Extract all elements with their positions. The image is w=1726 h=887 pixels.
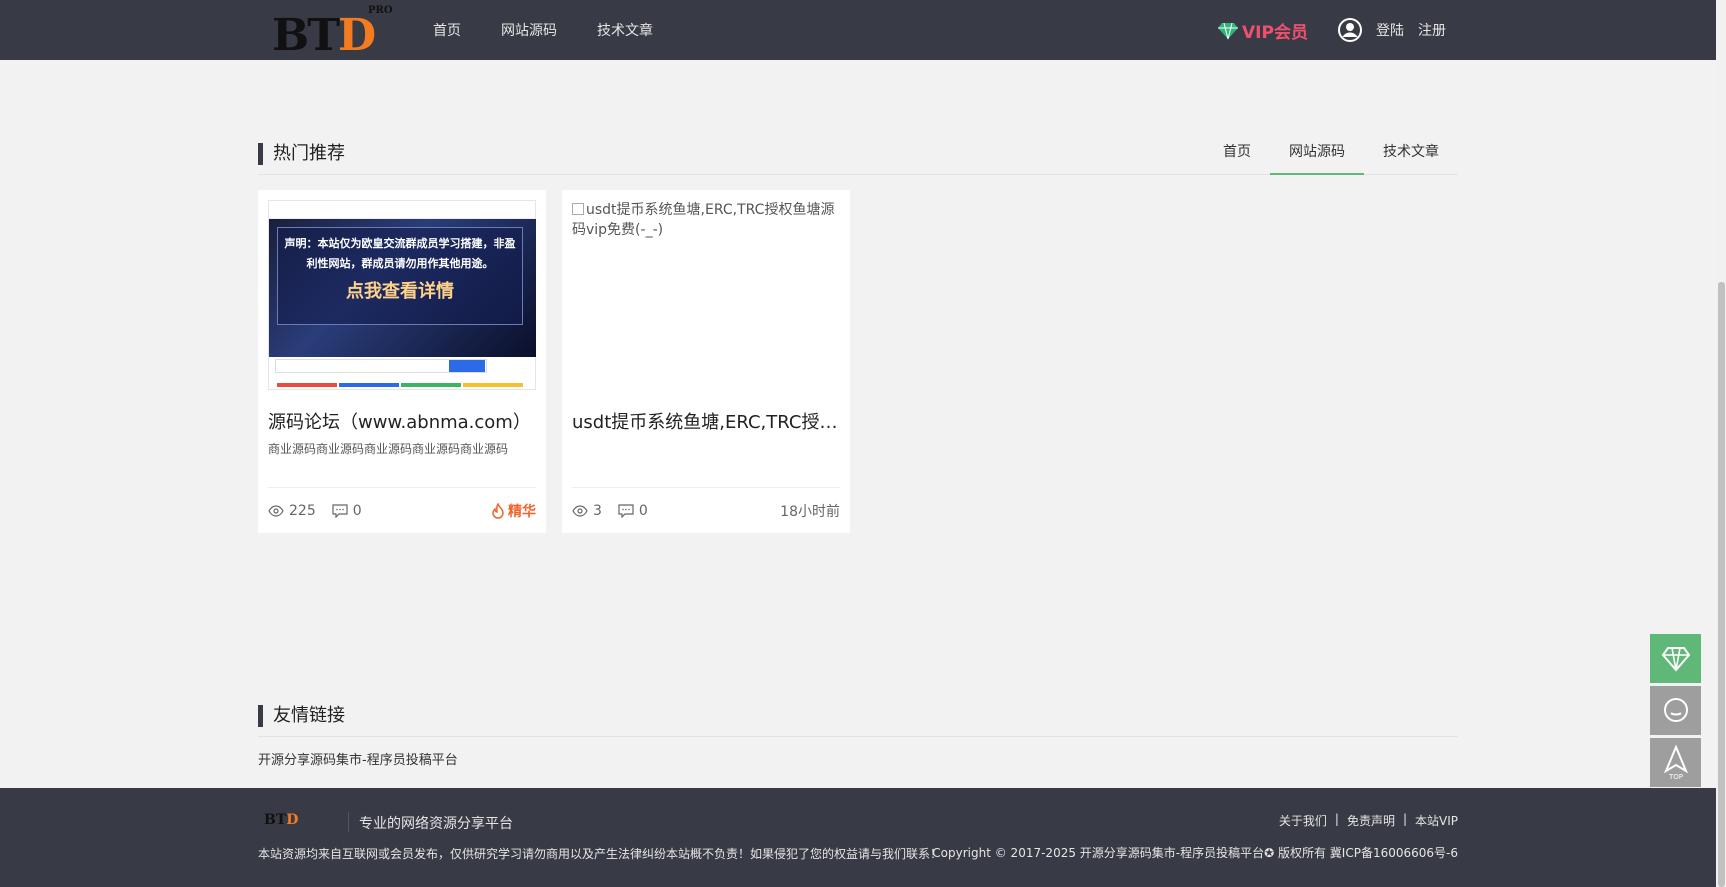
post-thumbnail[interactable]: 声明：本站仅为欧皇交流群成员学习搭建，非盈 利性网站，群成员请勿用作其他用途。 …: [268, 200, 536, 390]
comment-icon: [618, 503, 634, 518]
hot-tabs: 首页 网站源码 技术文章: [1204, 140, 1458, 175]
eye-icon: [572, 504, 588, 517]
site-footer: BTD 专业的网络资源分享平台 关于我们 | 免责声明 | 本站VIP 本站资源…: [0, 788, 1716, 887]
friend-link-item[interactable]: 开源分享源码集市-程序员投稿平台: [258, 749, 458, 768]
chat-bubble-icon: [1663, 697, 1688, 722]
view-count: 3: [593, 502, 602, 519]
logo-text: BT: [272, 10, 340, 61]
scrollbar-thumb[interactable]: [1718, 282, 1725, 887]
logo-accent: D: [337, 10, 376, 61]
float-vip-button[interactable]: [1650, 634, 1701, 683]
thumb-notice: 声明：本站仅为欧皇交流群成员学习搭建，非盈 利性网站，群成员请勿用作其他用途。 …: [277, 227, 523, 325]
footer-disclaimer: 本站资源均来自互联网或会员发布，仅供研究学习请勿商用以及产生法律纠纷本站概不负责…: [258, 847, 943, 861]
footer-logo[interactable]: BTD: [264, 812, 298, 828]
view-count: 225: [289, 502, 316, 519]
post-time: 18小时前: [780, 503, 840, 520]
thumb-banner: 声明：本站仅为欧皇交流群成员学习搭建，非盈 利性网站，群成员请勿用作其他用途。 …: [269, 219, 536, 357]
post-thumbnail-broken[interactable]: usdt提币系统鱼塘,ERC,TRC授权鱼塘源码vip免费(-_-): [572, 200, 840, 240]
post-meta: 225 0 精华: [268, 487, 536, 533]
thumb-detail-button: 点我查看详情: [346, 281, 454, 302]
footer-link-about[interactable]: 关于我们: [1279, 812, 1327, 829]
nav-source-code[interactable]: 网站源码: [501, 20, 557, 40]
hot-section-header: 热门推荐 首页 网站源码 技术文章: [258, 140, 1458, 175]
footer-divider: [348, 812, 349, 832]
thumb-search-button: [449, 360, 485, 372]
thumb-topbar: [269, 201, 535, 219]
footer-copyright: Copyright © 2017-2025 开源分享源码集市-程序员投稿平台✪ …: [932, 846, 1458, 860]
comment-icon: [332, 503, 348, 518]
vip-label: VIP会员: [1242, 23, 1308, 43]
tab-tech-articles[interactable]: 技术文章: [1364, 140, 1458, 175]
hot-section-title: 热门推荐: [258, 143, 345, 165]
user-area: 登陆 注册: [1338, 18, 1446, 42]
user-avatar-icon[interactable]: [1338, 18, 1362, 42]
site-logo[interactable]: BTD PRO: [272, 5, 402, 61]
arrow-up-icon: TOP: [1663, 744, 1688, 781]
login-link[interactable]: 登陆: [1376, 20, 1404, 40]
tab-source-code[interactable]: 网站源码: [1270, 140, 1364, 175]
eye-icon: [268, 504, 284, 517]
diamond-icon: [1218, 22, 1238, 39]
friend-links-header: 友情链接: [258, 702, 1458, 737]
nav-home[interactable]: 首页: [433, 20, 461, 40]
back-to-top-button[interactable]: TOP: [1650, 738, 1701, 787]
diamond-icon: [1661, 646, 1690, 672]
footer-links: 关于我们 | 免责声明 | 本站VIP: [1278, 812, 1458, 829]
featured-badge: 精华: [491, 501, 536, 521]
svg-text:TOP: TOP: [1667, 773, 1682, 781]
comment-count: 0: [638, 502, 648, 519]
main-nav: 首页 网站源码 技术文章: [433, 0, 653, 60]
logo-pro-badge: PRO: [368, 5, 393, 16]
vip-link[interactable]: VIP会员: [1218, 18, 1308, 43]
post-title[interactable]: usdt提币系统鱼塘,ERC,TRC授权鱼塘源码vip免费(-_-): [572, 408, 840, 434]
tab-home[interactable]: 首页: [1204, 140, 1270, 175]
post-meta: 3 0 18小时前: [572, 487, 840, 533]
footer-slogan: 专业的网络资源分享平台: [359, 816, 513, 832]
broken-image-icon: [572, 203, 584, 215]
comment-count: 0: [352, 502, 362, 519]
nav-tech-articles[interactable]: 技术文章: [597, 20, 653, 40]
float-chat-button[interactable]: [1650, 686, 1701, 735]
post-description: 商业源码商业源码商业源码商业源码商业源码: [268, 442, 509, 456]
friend-links-title: 友情链接: [258, 705, 345, 727]
top-header: BTD PRO 首页 网站源码 技术文章 VIP会员 登陆 注册: [0, 0, 1716, 61]
flame-icon: [492, 502, 504, 519]
footer-link-vip[interactable]: 本站VIP: [1415, 812, 1458, 829]
post-card[interactable]: usdt提币系统鱼塘,ERC,TRC授权鱼塘源码vip免费(-_-) usdt提…: [562, 190, 850, 533]
register-link[interactable]: 注册: [1418, 20, 1446, 40]
footer-link-disclaimer[interactable]: 免责声明: [1347, 812, 1395, 829]
post-card[interactable]: 声明：本站仅为欧皇交流群成员学习搭建，非盈 利性网站，群成员请勿用作其他用途。 …: [258, 190, 546, 533]
post-title[interactable]: 源码论坛（www.abnma.com）: [268, 408, 536, 434]
